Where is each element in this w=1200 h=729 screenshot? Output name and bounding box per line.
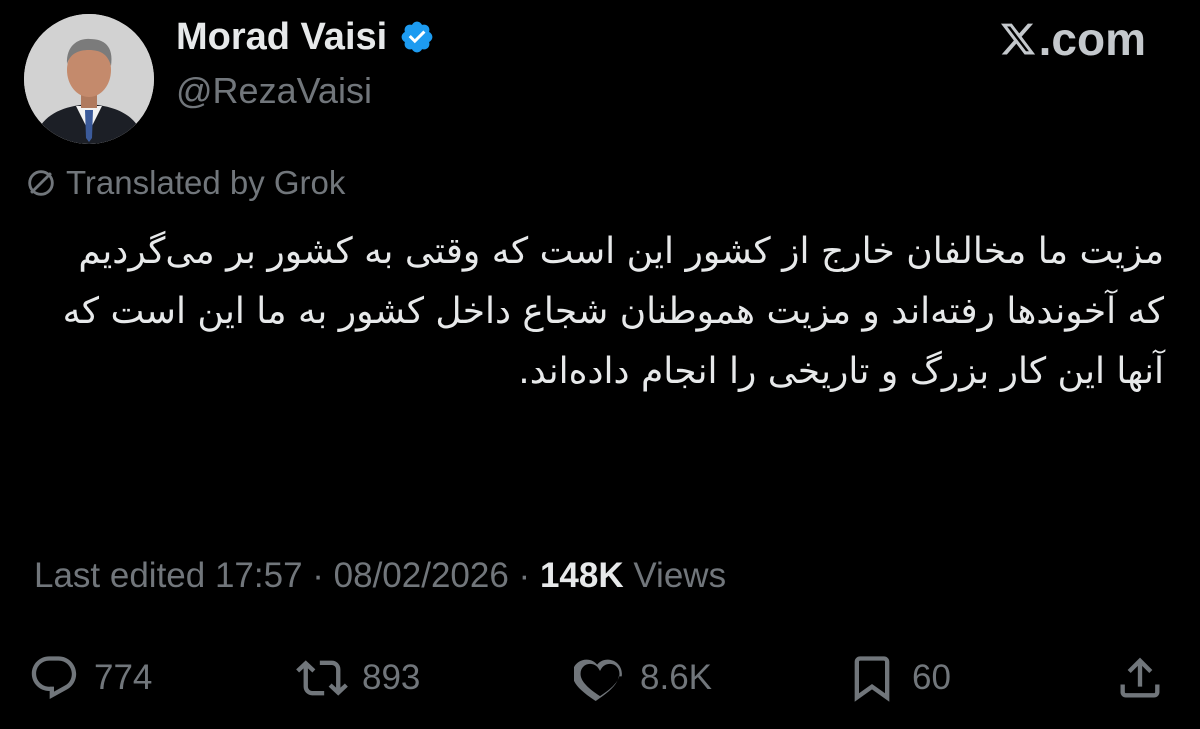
repost-button[interactable]: 893 xyxy=(296,648,420,708)
like-button[interactable]: 8.6K xyxy=(574,648,712,708)
action-bar: 774 893 8.6K 60 xyxy=(28,648,1178,708)
bookmark-icon xyxy=(854,656,890,702)
author-display-name[interactable]: Morad Vaisi xyxy=(176,16,387,59)
verified-badge-icon xyxy=(401,21,433,53)
views-count: 148K xyxy=(539,556,624,595)
repost-count: 893 xyxy=(362,658,421,697)
reply-icon xyxy=(31,656,77,699)
translation-label: Translated by Grok xyxy=(66,164,346,201)
profile-photo-icon xyxy=(24,14,154,144)
tweet-text: مزیت ما مخالفان خارج از کشور این است که … xyxy=(62,231,1164,392)
edited-timestamp[interactable]: Last edited 17:57 · 08/02/2026 · xyxy=(34,556,540,595)
repost-icon xyxy=(296,660,348,696)
share-button[interactable] xyxy=(1114,648,1166,708)
author-handle[interactable]: @RezaVaisi xyxy=(176,70,372,112)
reply-count: 774 xyxy=(94,658,153,697)
tweet-meta: Last edited 17:57 · 08/02/2026 · 148K Vi… xyxy=(34,556,726,596)
site-domain: .com xyxy=(1038,13,1146,65)
slash-circle-icon xyxy=(28,170,54,196)
bookmark-button[interactable]: 60 xyxy=(846,648,951,708)
heart-icon xyxy=(574,659,622,701)
avatar[interactable] xyxy=(24,14,154,144)
site-label: .com xyxy=(999,12,1146,66)
share-icon xyxy=(1120,657,1160,698)
bookmark-count: 60 xyxy=(912,658,951,697)
like-count: 8.6K xyxy=(640,658,712,697)
author-name-row: Morad Vaisi xyxy=(176,14,435,60)
translation-notice: Translated by Grok xyxy=(24,164,345,202)
x-logo-icon xyxy=(1000,23,1035,55)
views-label: Views xyxy=(623,556,727,595)
reply-button[interactable]: 774 xyxy=(28,648,152,708)
